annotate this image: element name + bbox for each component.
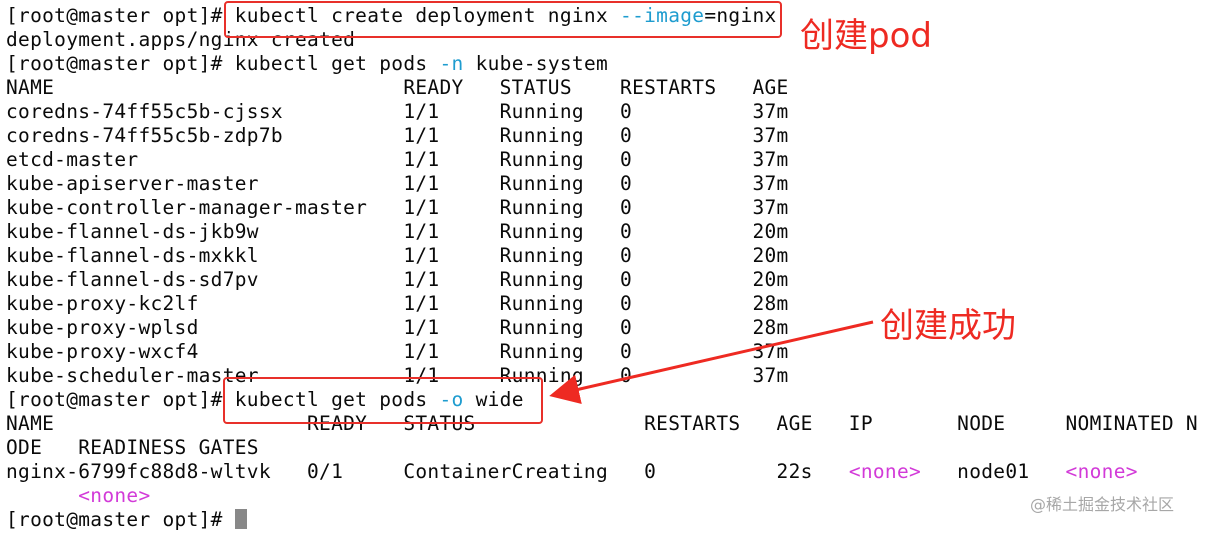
watermark-text: @稀土掘金技术社区 [1030,495,1175,514]
annotation-arrow [549,320,874,404]
